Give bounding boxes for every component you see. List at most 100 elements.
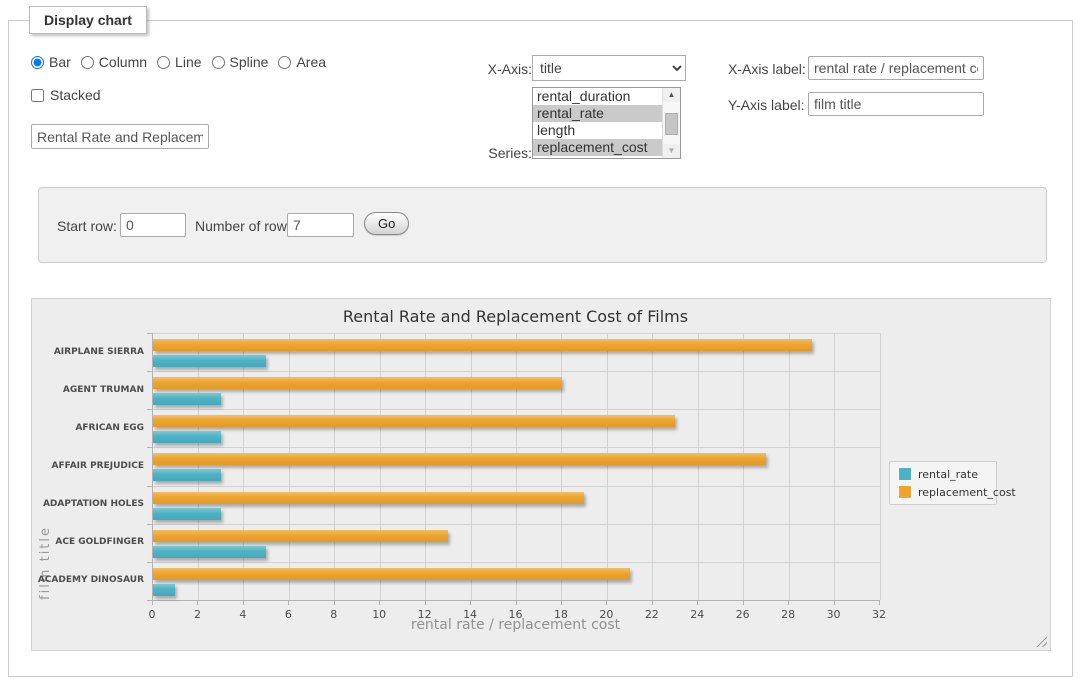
category-label: AFRICAN EGG <box>32 423 144 433</box>
start-row-input[interactable] <box>120 213 186 237</box>
gridline-vertical <box>516 333 517 600</box>
x-axis-tick <box>288 601 289 605</box>
x-axis-tick <box>425 601 426 605</box>
gridline-vertical <box>289 333 290 600</box>
y-axis-label-field-label: Y-Axis label: <box>728 97 805 113</box>
resize-handle-icon[interactable] <box>1036 636 1047 647</box>
replacement_cost-bar[interactable] <box>153 415 675 427</box>
x-axis-tick-label: 10 <box>364 608 394 621</box>
y-axis-tick <box>147 409 152 410</box>
scrollbar-thumb[interactable] <box>665 113 678 135</box>
replacement_cost-bar[interactable] <box>153 530 448 542</box>
x-axis-tick <box>334 601 335 605</box>
scroll-up-icon[interactable]: ▲ <box>663 88 680 102</box>
stacked-checkbox-row[interactable]: Stacked <box>31 87 101 103</box>
gridline-vertical <box>334 333 335 600</box>
rental_rate-bar[interactable] <box>153 508 221 520</box>
x-axis-tick-label: 16 <box>501 608 531 621</box>
replacement_cost-bar[interactable] <box>153 453 766 465</box>
gridline-vertical <box>198 333 199 600</box>
series-option-replacement_cost[interactable]: replacement_cost <box>533 139 663 156</box>
rental_rate-bar[interactable] <box>153 431 221 443</box>
x-axis-tick-label: 18 <box>546 608 576 621</box>
chart-type-radio-bar[interactable] <box>31 56 44 69</box>
chart-type-label-column: Column <box>99 54 147 70</box>
chart-type-label-bar: Bar <box>49 54 71 70</box>
gridline-horizontal <box>153 371 880 372</box>
go-button[interactable]: Go <box>364 212 409 235</box>
gridline-vertical <box>652 333 653 600</box>
x-axis-tick <box>879 601 880 605</box>
legend-label-rental_rate: rental_rate <box>918 468 978 481</box>
y-axis-label-input[interactable] <box>808 92 984 116</box>
chart-type-option-line[interactable]: Line <box>157 54 201 70</box>
rental_rate-bar[interactable] <box>153 469 221 481</box>
y-axis-tick <box>147 447 152 448</box>
x-axis-tick <box>152 601 153 605</box>
legend-item-replacement_cost[interactable]: replacement_cost <box>890 483 996 501</box>
gridline-horizontal <box>153 486 880 487</box>
category-label: ACADEMY DINOSAUR <box>32 575 144 585</box>
plot-area <box>152 333 880 601</box>
x-axis-tick-label: 26 <box>728 608 758 621</box>
x-axis-tick-label: 6 <box>273 608 303 621</box>
chart-type-radio-group: Bar Column Line Spline Area <box>31 54 336 70</box>
rental_rate-bar[interactable] <box>153 546 266 558</box>
series-option-length[interactable]: length <box>533 122 663 139</box>
chart-type-option-area[interactable]: Area <box>278 54 326 70</box>
rental_rate-bar[interactable] <box>153 584 175 596</box>
series-multiselect[interactable]: rental_durationrental_ratelengthreplacem… <box>532 87 681 159</box>
y-axis-tick <box>147 333 152 334</box>
stacked-checkbox[interactable] <box>31 89 44 102</box>
gridline-horizontal <box>153 562 880 563</box>
chart-type-radio-area[interactable] <box>278 56 291 69</box>
x-axis-label-input[interactable] <box>808 56 984 80</box>
x-axis-label-field-label: X-Axis label: <box>728 61 806 77</box>
rental_rate-bar[interactable] <box>153 355 266 367</box>
gridline-vertical <box>243 333 244 600</box>
x-axis-tick-label: 28 <box>773 608 803 621</box>
chart-type-label-spline: Spline <box>230 54 269 70</box>
gridline-vertical <box>425 333 426 600</box>
x-axis-select[interactable]: title <box>532 55 686 81</box>
x-axis-tick-label: 4 <box>228 608 258 621</box>
series-option-rental_duration[interactable]: rental_duration <box>533 88 663 105</box>
y-axis-tick <box>147 600 152 601</box>
x-axis-tick-label: 8 <box>319 608 349 621</box>
x-axis-tick-label: 22 <box>637 608 667 621</box>
number-of-rows-input[interactable] <box>287 213 354 237</box>
series-option-rental_rate[interactable]: rental_rate <box>533 105 663 122</box>
chart-type-option-spline[interactable]: Spline <box>212 54 269 70</box>
chart-type-radio-column[interactable] <box>81 56 94 69</box>
scroll-down-icon[interactable]: ▼ <box>663 144 680 158</box>
replacement_cost-bar[interactable] <box>153 492 584 504</box>
gridline-horizontal <box>153 409 880 410</box>
chart-container: Rental Rate and Replacement Cost of Film… <box>31 298 1051 651</box>
chart-type-label-line: Line <box>175 54 201 70</box>
category-label: AGENT TRUMAN <box>32 385 144 395</box>
gridline-vertical <box>743 333 744 600</box>
legend-item-rental_rate[interactable]: rental_rate <box>890 465 996 483</box>
rental_rate-swatch <box>898 467 912 481</box>
series-list-scrollbar: ▲ ▼ <box>662 88 680 158</box>
x-axis-tick <box>652 601 653 605</box>
gridline-vertical <box>561 333 562 600</box>
chart-title-input[interactable] <box>31 124 209 149</box>
category-label: AIRPLANE SIERRA <box>32 347 144 357</box>
replacement_cost-bar[interactable] <box>153 568 630 580</box>
replacement_cost-bar[interactable] <box>153 377 562 389</box>
chart-type-radio-spline[interactable] <box>212 56 225 69</box>
gridline-vertical <box>789 333 790 600</box>
chart-type-label-area: Area <box>296 54 326 70</box>
gridline-horizontal <box>153 333 880 334</box>
x-axis-tick-label: 30 <box>819 608 849 621</box>
x-axis-tick-label: 20 <box>591 608 621 621</box>
rental_rate-bar[interactable] <box>153 393 221 405</box>
gridline-horizontal <box>153 447 880 448</box>
chart-type-radio-line[interactable] <box>157 56 170 69</box>
chart-type-option-column[interactable]: Column <box>81 54 147 70</box>
chart-type-option-bar[interactable]: Bar <box>31 54 71 70</box>
gridline-vertical <box>880 333 881 600</box>
replacement_cost-bar[interactable] <box>153 339 812 351</box>
gridline-vertical <box>471 333 472 600</box>
